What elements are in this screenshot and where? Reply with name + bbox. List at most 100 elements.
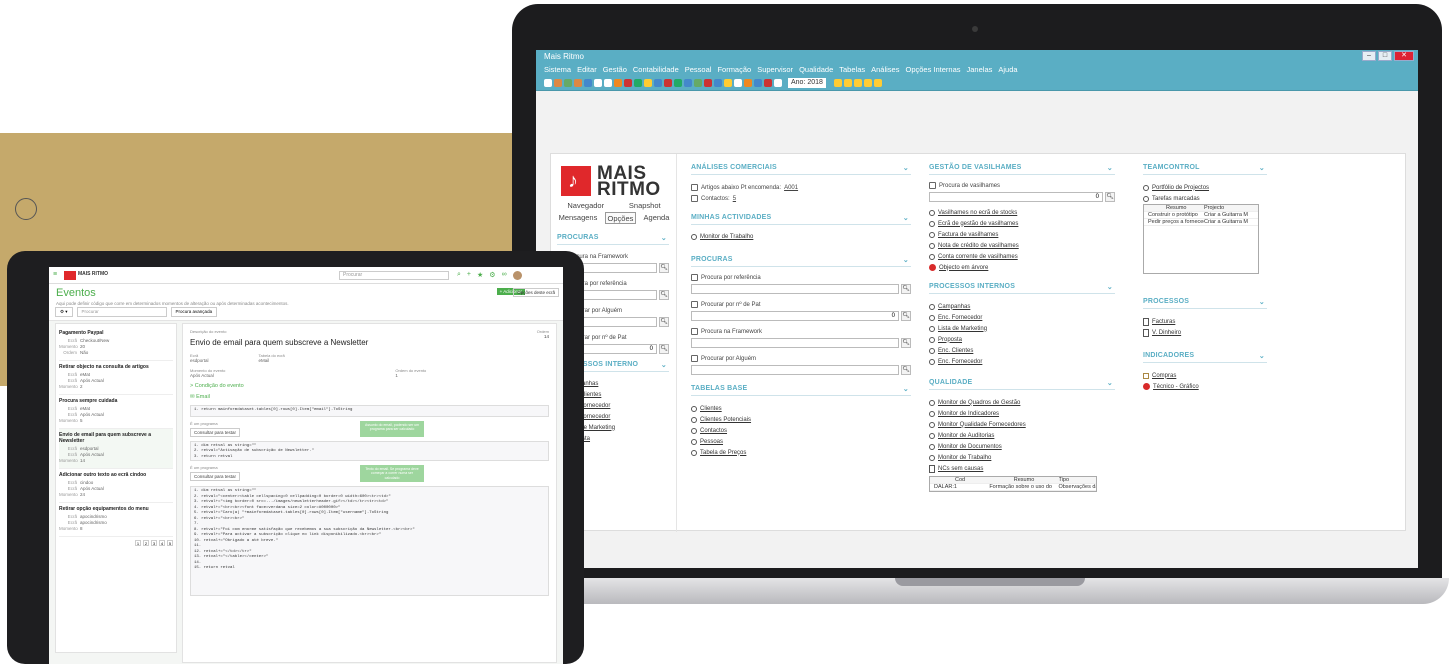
chevron-down-icon[interactable]: ⌄ (1259, 298, 1265, 306)
menu-tabelas[interactable]: Tabelas (839, 65, 865, 75)
page-button[interactable]: 4 (159, 540, 165, 546)
chevron-down-icon[interactable]: ⌄ (1107, 164, 1113, 172)
link-proposta[interactable]: Proposta (929, 334, 1115, 345)
chevron-down-icon[interactable]: ⌄ (903, 164, 909, 172)
toolbar-icon[interactable] (614, 79, 622, 87)
link-vasilhames[interactable]: Nota de crédito de vasilhames (929, 240, 1115, 251)
toolbar-icon[interactable] (873, 79, 882, 87)
list-item-selected[interactable]: Envio de email para quem subscreve a New… (59, 429, 173, 469)
consult-button[interactable]: Consultar para testar (190, 471, 241, 481)
link-vasilhames[interactable]: Factura de vasilhames (929, 229, 1115, 240)
toolbar-icon[interactable] (724, 79, 732, 87)
link-contactos[interactable]: Contactos (691, 425, 911, 436)
search-button[interactable]: 🔍︎ (659, 344, 669, 354)
toolbar-icon[interactable] (634, 79, 642, 87)
minimize-button[interactable]: – (1362, 51, 1376, 61)
menu-sistema[interactable]: Sistema (544, 65, 571, 75)
toolbar-icon[interactable] (833, 79, 842, 87)
menu-opcoes-internas[interactable]: Opções Internas (905, 65, 960, 75)
toolbar-icon[interactable] (694, 79, 702, 87)
link-facturas[interactable]: Facturas (1143, 316, 1267, 327)
menu-editar[interactable]: Editar (577, 65, 597, 75)
toolbar-icon[interactable] (764, 79, 772, 87)
link-monitor-trabalho[interactable]: Monitor de Trabalho (691, 231, 911, 242)
search-input[interactable]: 0 (691, 311, 899, 321)
chevron-down-icon[interactable]: ⌄ (661, 234, 667, 242)
filter-input[interactable]: Procurar (76, 307, 167, 317)
search-input[interactable] (691, 365, 899, 375)
maximize-button[interactable]: □ (1378, 51, 1392, 61)
search-input[interactable] (691, 338, 899, 348)
toolbar-icon[interactable] (664, 79, 672, 87)
page-button[interactable]: 2 (143, 540, 149, 546)
toolbar-icon[interactable] (714, 79, 722, 87)
search-button[interactable]: 🔍︎ (1105, 192, 1115, 202)
chevron-down-icon[interactable]: ⌄ (1259, 352, 1265, 360)
chevron-down-icon[interactable]: ⌄ (903, 214, 909, 222)
toolbar-icon[interactable] (684, 79, 692, 87)
chevron-down-icon[interactable]: ⌄ (903, 256, 909, 264)
link-tabela-precos[interactable]: Tabela de Preços (691, 447, 911, 458)
list-item[interactable]: Procura sempre cuidada Ecrã eMat Ecrã Após… (59, 395, 173, 429)
grid-row[interactable]: DALAR:1 Formação sobre o uso do Observaç… (930, 484, 1096, 491)
email-section[interactable]: ✉ Email (190, 394, 549, 400)
list-item[interactable]: Retirar objecto na consulta de artigos E… (59, 361, 173, 395)
toolbar-icon[interactable] (624, 79, 632, 87)
link-v-dinheiro[interactable]: V. Dinheiro (1143, 327, 1267, 338)
menu-analises[interactable]: Análises (871, 65, 899, 75)
advanced-search-button[interactable]: Procura avançada (170, 307, 218, 317)
hamburger-icon[interactable]: ≡ (53, 271, 57, 278)
search-input[interactable] (691, 284, 899, 294)
close-button[interactable]: ✕ (1394, 51, 1414, 61)
search-button[interactable]: 🔍︎ (659, 317, 669, 327)
tab-agenda[interactable]: Agenda (644, 212, 670, 224)
search-button[interactable]: 🔍︎ (901, 311, 911, 321)
link-campanhas[interactable]: Campanhas (929, 301, 1115, 312)
link-compras[interactable]: Compras (1143, 370, 1267, 381)
code-block[interactable]: 1. return mainformdataset.tables[0].rows… (190, 405, 549, 417)
analise-link[interactable]: 5 (733, 196, 736, 202)
search-button[interactable]: 🔍︎ (901, 338, 911, 348)
menu-supervisor[interactable]: Supervisor (757, 65, 793, 75)
tab-snapshot[interactable]: Snapshot (629, 200, 661, 212)
toolbar-icon[interactable] (843, 79, 852, 87)
link-enc-fornecedor[interactable]: Enc. Fornecedor (929, 356, 1115, 367)
tab-navegador[interactable]: Navegador (567, 200, 604, 212)
link-vasilhames[interactable]: Conta corrente de vasilhames (929, 251, 1115, 262)
search-button[interactable]: 🔍︎ (901, 284, 911, 294)
menu-ajuda[interactable]: Ajuda (998, 65, 1017, 75)
list-item[interactable]: Adicionar outro texto ao ecrã cindoo Ecr… (59, 469, 173, 503)
user-avatar[interactable] (512, 271, 522, 280)
toolbar-icon[interactable] (574, 79, 582, 87)
link-monitor[interactable]: Monitor de Quadros de Gestão (929, 397, 1115, 408)
toolbar-icon[interactable] (734, 79, 742, 87)
list-item[interactable]: Pagamento Paypal Ecrã Checkout/New Moment… (59, 327, 173, 361)
menu-gestao[interactable]: Gestão (603, 65, 627, 75)
menu-contabilidade[interactable]: Contabilidade (633, 65, 679, 75)
consult-button[interactable]: Consultar para testar (190, 427, 241, 437)
toolbar-icon[interactable] (604, 79, 612, 87)
link-portfolio[interactable]: Portfólio de Projectos (1143, 182, 1267, 193)
toolbar-icon[interactable] (644, 79, 652, 87)
grid-row[interactable]: Construir o protótipo Criar a Guitarra M (1144, 212, 1258, 219)
link-tecnico-grafico[interactable]: Técnico - Gráfico (1143, 381, 1267, 392)
settings-icon[interactable]: ⚙ (489, 271, 495, 280)
code-block[interactable]: 1. dim retval as string="" 2. retval="<c… (190, 486, 549, 596)
page-button[interactable]: 5 (167, 540, 173, 546)
toolbar-icon[interactable] (853, 79, 862, 87)
tab-mensagens[interactable]: Mensagens (559, 212, 598, 224)
search-button[interactable]: 🔍︎ (659, 290, 669, 300)
link-objecto-arvore[interactable]: Objecto em árvore (929, 262, 1115, 273)
link-vasilhames[interactable]: Vasilhames no ecrã de stocks (929, 207, 1115, 218)
chevron-down-icon[interactable]: ⌄ (661, 361, 667, 369)
chevron-down-icon[interactable]: ⌄ (1259, 164, 1265, 172)
chevron-down-icon[interactable]: ⌄ (903, 385, 909, 393)
menu-janelas[interactable]: Janelas (967, 65, 993, 75)
search-button[interactable]: 🔍︎ (659, 263, 669, 273)
link-clientes-potenciais[interactable]: Clientes Potenciais (691, 414, 911, 425)
link-lista-marketing[interactable]: Lista de Marketing (929, 323, 1115, 334)
link-enc-clientes[interactable]: Enc. Clientes (929, 345, 1115, 356)
toolbar-icon[interactable] (554, 79, 562, 87)
year-selector[interactable]: Ano: 2018 (788, 78, 826, 88)
toolbar-icon[interactable] (594, 79, 602, 87)
